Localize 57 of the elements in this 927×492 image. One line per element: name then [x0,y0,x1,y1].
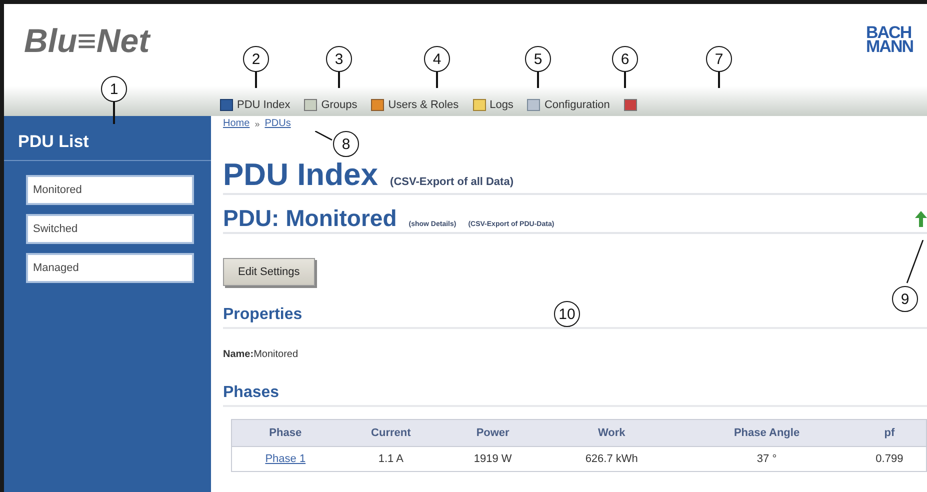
page-title: PDU Index [223,157,378,193]
callout-number: 6 [612,46,638,72]
column-header: Current [338,420,444,446]
nav-icon [220,99,233,111]
nav-link[interactable]: Users & Roles [371,99,459,111]
pdu-title: PDU: Monitored [223,205,397,232]
leader-line [906,240,924,286]
callout-number: 1 [101,76,127,102]
nav-icon [527,99,540,111]
leader-line [537,72,538,88]
sidebar-title: PDU List [17,132,90,152]
nav-icon [371,99,384,111]
callout-number: 2 [243,46,269,72]
leader-line [718,72,720,88]
nav-link[interactable]: Logs [472,99,514,111]
leader-line [338,72,340,88]
upload-arrow-icon[interactable] [915,210,927,226]
name-property: Name:Monitored [223,349,300,360]
callout-number: 10 [554,301,580,327]
nav-link[interactable]: Configuration [527,99,610,111]
table-cell: 1.1 A [338,446,444,472]
callout-number: 8 [333,131,359,157]
leader-line [436,72,438,88]
edit-settings-button[interactable]: Edit Settings [223,258,315,286]
table-cell: 626.7 kWh [542,446,681,472]
nav-icon [472,99,486,111]
leader-line [113,102,114,124]
nav-icon [304,99,318,111]
section-title: Phases [223,384,927,407]
leader-line [255,72,256,88]
nav-link[interactable]: Groups [304,99,358,111]
breadcrumb-link[interactable]: PDUs [264,118,291,129]
brand-logo: BACH MANN [866,26,913,54]
leader-line [315,131,333,141]
column-header: Phase Angle [680,420,853,446]
column-header: Phase [232,420,339,446]
phase-link[interactable]: Phase 1 [265,453,306,465]
export-link[interactable]: (CSV-Export of all Data) [390,176,514,188]
callout-number: 3 [326,46,352,72]
breadcrumb-link[interactable]: Home [223,118,250,129]
callout-number: 7 [706,46,732,72]
sidebar-item[interactable]: Managed [26,253,194,283]
table-cell: 0.799 [852,446,926,472]
callout-number: 4 [424,46,450,72]
table-cell: 1919 W [443,446,543,472]
nav-link[interactable]: PDU Index [220,99,290,111]
breadcrumb-separator: » [254,118,260,128]
table-cell: 37 ° [680,446,853,472]
column-header: pf [852,420,926,446]
column-header: Power [443,420,543,446]
callout-number: 9 [892,286,918,312]
sidebar-item[interactable]: Monitored [26,175,194,205]
column-header: Work [542,420,681,446]
leader-line [624,72,626,88]
bluenet-logo: Blu≡Net [24,22,150,60]
sidebar-item[interactable]: Switched [26,214,194,244]
callout-number: 5 [525,46,551,72]
